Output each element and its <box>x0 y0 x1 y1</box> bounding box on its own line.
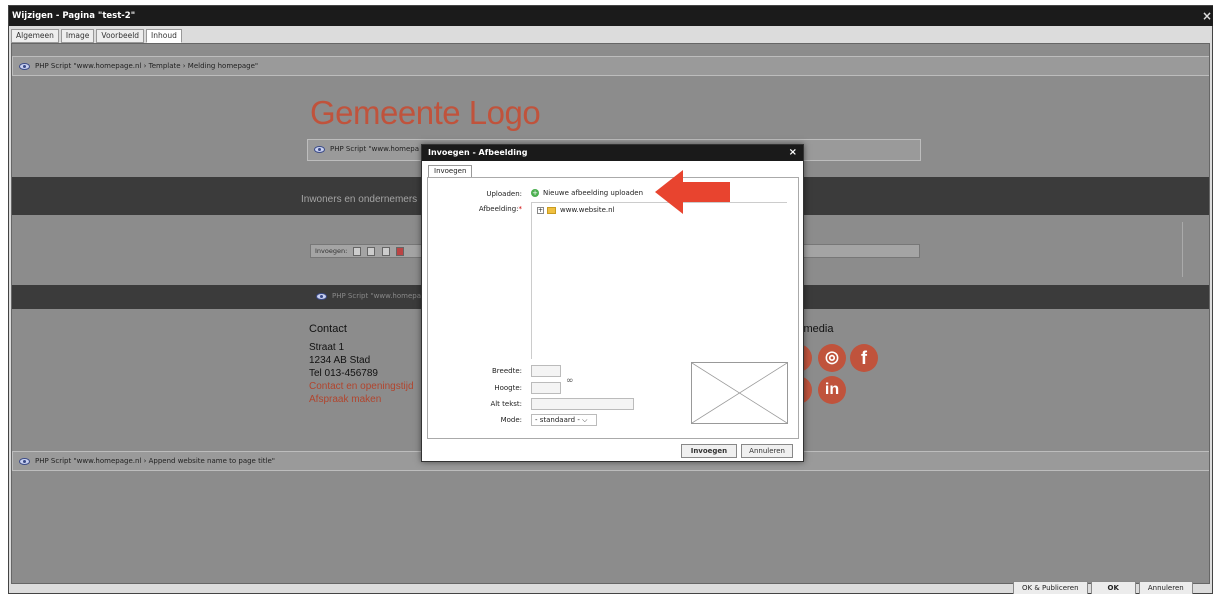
eye-icon <box>314 145 325 153</box>
php-script-label: PHP Script "www.homepage.nl › Append web… <box>35 457 275 465</box>
contact-heading: Contact <box>309 323 347 335</box>
php-script-block-lower[interactable]: PHP Script "www.homepa <box>310 289 430 305</box>
plus-icon: + <box>531 189 539 197</box>
width-field[interactable] <box>531 365 561 377</box>
eye-icon <box>19 62 30 70</box>
contact-city: 1234 AB Stad <box>309 355 371 366</box>
upload-label: Uploaden: <box>486 190 522 198</box>
nav-link-inwoners[interactable]: Inwoners en ondernemers <box>301 194 417 205</box>
dialog-title: Invoegen - Afbeelding <box>428 148 528 157</box>
alt-text-label: Alt tekst: <box>490 400 522 408</box>
height-label: Hoogte: <box>494 384 522 392</box>
height-field[interactable] <box>531 382 561 394</box>
window-title: Wijzigen - Pagina "test-2" <box>12 11 136 21</box>
mode-value: - standaard - <box>535 416 580 424</box>
contact-street: Straat 1 <box>309 342 345 353</box>
width-label: Breedte: <box>492 367 522 375</box>
php-script-label: PHP Script "www.homepa <box>330 145 420 153</box>
logo-text: Gemeente Logo <box>310 94 541 131</box>
tree-item-label: www.website.nl <box>560 206 615 214</box>
ok-publish-button[interactable]: OK & Publiceren <box>1013 581 1088 594</box>
php-script-label: PHP Script "www.homepa <box>332 292 422 300</box>
image-tree[interactable]: + www.website.nl <box>531 202 787 359</box>
divider <box>1182 222 1183 277</box>
contact-hours-link[interactable]: Contact en openingstijd <box>309 381 414 392</box>
tab-image[interactable]: Image <box>60 29 95 43</box>
expand-icon[interactable]: + <box>537 206 544 214</box>
upload-link-text: Nieuwe afbeelding uploaden <box>543 189 644 197</box>
dialog-body: Uploaden: + Nieuwe afbeelding uploaden Af… <box>427 177 799 439</box>
insert-image-dialog: Invoegen - Afbeelding × Invoegen Uploade… <box>421 144 804 462</box>
contact-phone: Tel 013-456789 <box>309 368 378 379</box>
facebook-icon[interactable]: f <box>850 344 878 372</box>
link-ratio-icon[interactable]: ∞ <box>566 376 574 386</box>
linkedin-icon[interactable]: in <box>818 376 846 404</box>
chevron-down-icon: ⌵ <box>582 416 588 424</box>
mode-label: Mode: <box>500 416 522 424</box>
footer-buttons: OK & Publiceren OK Annuleren <box>1013 581 1193 594</box>
tree-item-root[interactable]: + www.website.nl <box>537 206 614 214</box>
dialog-footer: Invoegen Annuleren <box>680 444 793 458</box>
tab-inhoud[interactable]: Inhoud <box>146 29 182 43</box>
window-close-icon[interactable]: × <box>1202 6 1212 26</box>
link-icon[interactable] <box>381 246 390 256</box>
appointment-link[interactable]: Afspraak maken <box>309 394 381 405</box>
ok-button[interactable]: OK <box>1090 581 1136 594</box>
dialog-close-icon[interactable]: × <box>789 145 797 161</box>
dialog-titlebar: Invoegen - Afbeelding × <box>422 145 803 161</box>
tab-algemeen[interactable]: Algemeen <box>11 29 59 43</box>
red-arrow-annotation <box>655 170 730 214</box>
text-block-icon[interactable] <box>353 246 362 256</box>
alt-text-field[interactable] <box>531 398 634 410</box>
eye-icon <box>19 457 30 465</box>
toolbar-label: Invoegen: <box>315 247 348 255</box>
media-icon[interactable] <box>395 246 404 256</box>
mode-select[interactable]: - standaard - ⌵ <box>531 414 597 426</box>
instagram-icon[interactable]: ◎ <box>818 344 846 372</box>
folder-icon <box>547 206 556 214</box>
document-icon[interactable] <box>367 246 376 256</box>
page-tabs: Algemeen Image Voorbeeld Inhoud <box>11 29 182 43</box>
cancel-button[interactable]: Annuleren <box>1138 581 1193 594</box>
window-titlebar: Wijzigen - Pagina "test-2" × <box>9 6 1213 26</box>
upload-new-image-link[interactable]: + Nieuwe afbeelding uploaden <box>531 189 643 197</box>
tab-voorbeeld[interactable]: Voorbeeld <box>96 29 145 43</box>
image-label: Afbeelding:* <box>478 205 522 213</box>
dialog-cancel-button[interactable]: Annuleren <box>741 444 793 458</box>
php-script-label: PHP Script "www.homepage.nl › Template ›… <box>35 62 259 70</box>
php-script-block-top[interactable]: PHP Script "www.homepage.nl › Template ›… <box>12 56 1209 76</box>
insert-button[interactable]: Invoegen <box>680 444 738 458</box>
script-icon <box>316 292 327 300</box>
image-preview-placeholder <box>691 362 788 424</box>
